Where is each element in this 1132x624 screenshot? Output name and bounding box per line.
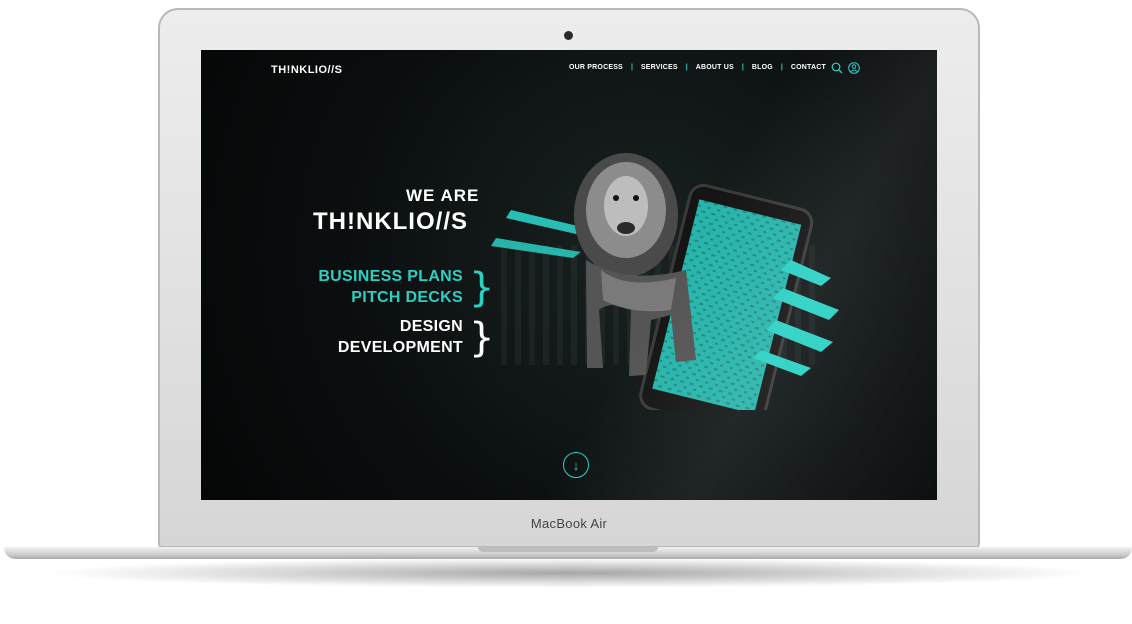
laptop-shadow [40, 558, 1100, 588]
website-screen: TH!NKLIO//S OUR PROCESS | SERVICES | ABO… [201, 50, 937, 500]
hero-heading-line2: TH!NKLIO//S [313, 208, 468, 235]
site-logo[interactable]: TH!NKLIO//S [271, 64, 343, 76]
laptop-notch [478, 547, 658, 552]
search-icon[interactable] [831, 62, 843, 74]
nav-about-us[interactable]: ABOUT US [688, 64, 742, 71]
main-navigation: OUR PROCESS | SERVICES | ABOUT US | BLOG… [561, 64, 834, 71]
webcam [564, 31, 573, 40]
nav-contact[interactable]: CONTACT [783, 64, 834, 71]
nav-our-process[interactable]: OUR PROCESS [561, 64, 631, 71]
service-design: DESIGN [399, 318, 463, 335]
brace-teal-icon: } [469, 265, 495, 311]
nav-blog[interactable]: BLOG [744, 64, 781, 71]
arrow-down-icon: ↓ [572, 457, 580, 473]
nav-services[interactable]: SERVICES [633, 64, 686, 71]
device-label: MacBook Air [530, 516, 608, 531]
service-business-plans: BUSINESS PLANS [318, 268, 463, 285]
hero-heading-line1: WE ARE [406, 186, 480, 205]
service-pitch-decks: PITCH DECKS [351, 289, 463, 306]
scroll-down-button[interactable]: ↓ [563, 452, 589, 478]
user-icon[interactable] [848, 62, 860, 74]
nav-icons [831, 62, 860, 74]
service-development: DEVELOPMENT [337, 339, 463, 356]
lion-phone-illustration [491, 153, 839, 410]
brace-white-icon: } [469, 315, 495, 361]
